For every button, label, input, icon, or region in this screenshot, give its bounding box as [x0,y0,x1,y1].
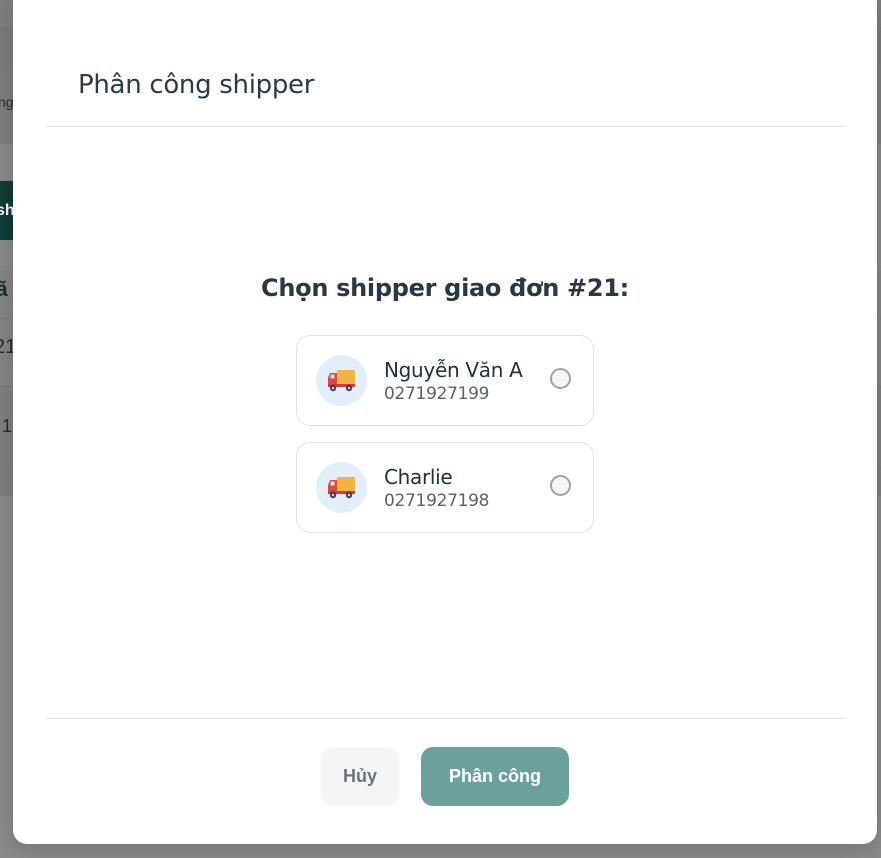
modal-title: Phân công shipper [78,70,315,100]
assign-button[interactable]: Phân công [421,747,569,806]
shipper-radio[interactable] [550,475,571,496]
shipper-phone: 0271927199 [384,384,490,404]
shipper-option[interactable]: Nguyễn Văn A 0271927199 [296,335,594,426]
delivery-truck-icon [328,477,355,499]
delivery-truck-icon [328,370,355,392]
header-divider [45,126,845,127]
assign-shipper-modal: Phân công shipper Chọn shipper giao đơn … [13,0,877,844]
shipper-prompt: Chọn shipper giao đơn #21: [261,274,629,302]
shipper-name: Charlie [384,465,453,489]
shipper-avatar [316,462,367,513]
shipper-option[interactable]: Charlie 0271927198 [296,442,594,533]
background-nav-text: ng [0,94,14,110]
shipper-phone: 0271927198 [384,491,490,511]
cancel-button[interactable]: Hủy [321,747,399,806]
background-row-value: 1 [2,416,13,436]
footer-divider [45,718,845,719]
shipper-avatar [316,355,367,406]
background-column-header: ã [0,278,8,301]
shipper-name: Nguyễn Văn A [384,358,523,382]
shipper-radio[interactable] [550,368,571,389]
